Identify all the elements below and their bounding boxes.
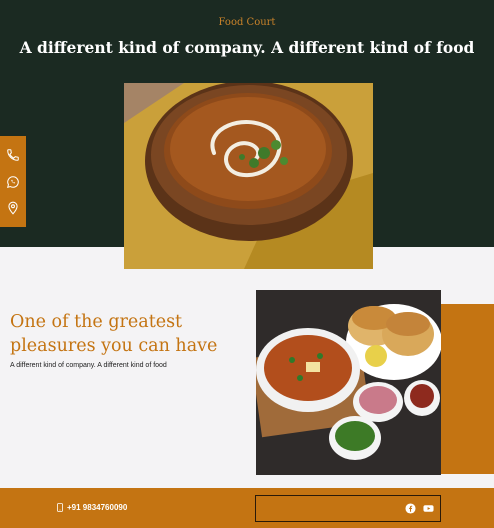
mobile-phone-icon <box>57 503 63 512</box>
footer-phone-number: +91 9834760090 <box>67 503 128 512</box>
decorative-orange-block <box>441 304 494 474</box>
phone-icon[interactable] <box>6 148 20 162</box>
feature-tagline: One of the greatest pleasures you can ha… <box>10 312 218 356</box>
footer-bar: +91 9834760090 <box>0 488 494 528</box>
youtube-icon[interactable] <box>423 503 434 514</box>
social-links <box>255 495 441 522</box>
dal-makhani-photo <box>124 83 373 269</box>
facebook-icon[interactable] <box>405 503 416 514</box>
brand-name: Food Court <box>218 17 276 28</box>
whatsapp-icon[interactable] <box>6 175 20 189</box>
footer-phone-link[interactable]: +91 9834760090 <box>57 503 127 512</box>
location-pin-icon[interactable] <box>6 201 20 215</box>
hero-headline: A different kind of company. A different… <box>19 38 475 57</box>
feature-subline: A different kind of company. A different… <box>10 362 167 369</box>
contact-side-rail <box>0 136 26 227</box>
pav-bhaji-photo <box>256 290 441 475</box>
